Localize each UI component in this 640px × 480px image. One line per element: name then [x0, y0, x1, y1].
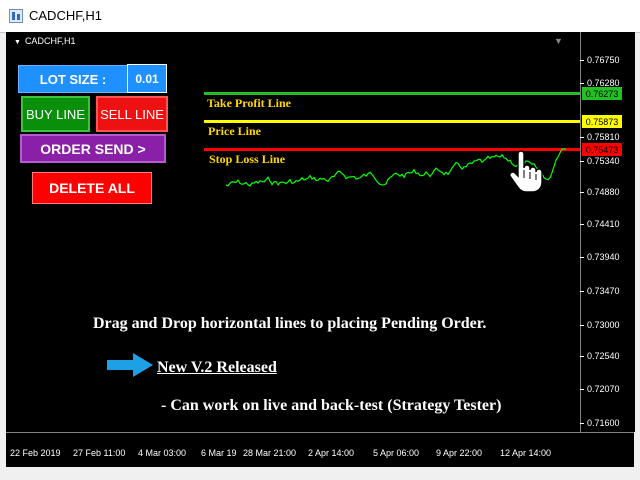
arrow-right-icon [107, 353, 153, 377]
delete-all-button[interactable]: DELETE ALL [32, 172, 152, 204]
price-line-price-tag: 0.75873 [582, 115, 622, 128]
chart-window-icon [9, 9, 23, 23]
time-tick: 27 Feb 11:00 [73, 448, 126, 458]
buy-line-button[interactable]: BUY LINE [21, 96, 90, 132]
lot-size-label: LOT SIZE : [18, 65, 128, 93]
time-axis[interactable]: 22 Feb 2019 27 Feb 11:00 4 Mar 03:00 6 M… [6, 432, 634, 467]
take-profit-line[interactable] [204, 92, 580, 95]
chart-area[interactable]: CADCHF,H1 ▼ LOT SIZE : 0.01 BUY LINE SEL… [6, 32, 580, 432]
take-profit-line-label: Take Profit Line [207, 96, 292, 110]
price-tick: 0.74410 [580, 219, 620, 229]
price-tick: 0.72540 [580, 351, 620, 361]
price-line-label: Price Line [208, 124, 261, 138]
caption-release: New V.2 Released [157, 359, 277, 376]
price-tick: 0.75340 [580, 156, 620, 166]
caption-note: - Can work on live and back-test (Strate… [161, 397, 502, 414]
price-axis[interactable]: 0.76273 0.75873 0.75473 0.76750 0.76280 … [580, 32, 635, 432]
time-tick: 6 Mar 19 [201, 448, 237, 458]
chart-symbol-label[interactable]: CADCHF,H1 [14, 36, 76, 46]
time-tick: 2 Apr 14:00 [308, 448, 355, 458]
price-tick: 0.75810 [580, 132, 620, 142]
take-profit-price-tag: 0.76273 [582, 87, 622, 100]
lot-size-input[interactable]: 0.01 [127, 64, 167, 93]
caption-main: Drag and Drop horizontal lines to placin… [93, 315, 487, 332]
price-tick: 0.71600 [580, 418, 620, 428]
price-tick: 0.76280 [580, 78, 620, 88]
window-titlebar: CADCHF,H1 [0, 0, 640, 33]
sell-line-button[interactable]: SELL LINE [96, 96, 168, 132]
time-tick: 4 Mar 03:00 [138, 448, 187, 458]
time-tick: 28 Mar 21:00 [243, 448, 297, 458]
time-tick: 12 Apr 14:00 [500, 448, 552, 458]
price-tick: 0.73470 [580, 286, 620, 296]
time-tick: 5 Apr 06:00 [373, 448, 420, 458]
collapse-arrow-icon[interactable]: ▼ [554, 36, 563, 46]
stop-loss-price-tag: 0.75473 [582, 143, 622, 156]
price-line[interactable] [204, 120, 580, 123]
price-tick: 0.74880 [580, 187, 620, 197]
price-tick: 0.72070 [580, 384, 620, 394]
order-send-button[interactable]: ORDER SEND > [20, 134, 166, 163]
window-title: CADCHF,H1 [29, 8, 102, 23]
time-tick: 22 Feb 2019 [10, 448, 61, 458]
price-tick: 0.76750 [580, 55, 620, 65]
time-tick: 9 Apr 22:00 [436, 448, 483, 458]
price-tick: 0.73940 [580, 252, 620, 262]
price-tick: 0.73000 [580, 320, 620, 330]
hand-pointer-icon [509, 150, 543, 193]
